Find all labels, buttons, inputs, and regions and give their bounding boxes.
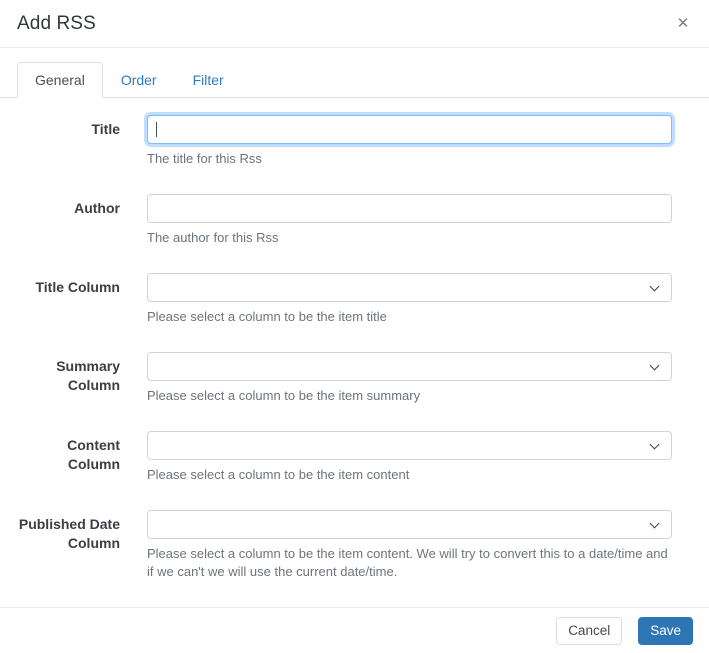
author-label: Author	[74, 200, 120, 216]
content-column-label: Content Column	[67, 437, 120, 472]
chevron-down-icon	[649, 518, 660, 529]
title-help-text: The title for this Rss	[147, 151, 262, 166]
close-icon[interactable]: ✕	[671, 12, 695, 36]
title-column-label: Title Column	[35, 279, 120, 295]
form-row-content-column: Content Column Please select a column to…	[0, 431, 709, 484]
form-row-published-date-column: Published Date Column Please select a co…	[0, 510, 709, 581]
tab-bar: General Order Filter	[0, 62, 709, 98]
form-row-title-column: Title Column Please select a column to b…	[0, 273, 709, 326]
tab-order[interactable]: Order	[103, 62, 175, 98]
form-row-summary-column: Summary Column Please select a column to…	[0, 352, 709, 405]
modal-header: Add RSS ✕	[0, 0, 709, 48]
modal-footer: Cancel Save	[0, 607, 709, 653]
author-help-text: The author for this Rss	[147, 230, 279, 245]
title-label: Title	[91, 121, 120, 137]
cancel-button[interactable]: Cancel	[556, 616, 623, 645]
chevron-down-icon	[649, 281, 660, 292]
published-date-column-label: Published Date Column	[18, 516, 120, 551]
general-form: Title The title for this Rss Author The …	[0, 115, 709, 581]
published-date-column-select[interactable]	[147, 510, 672, 539]
summary-column-label: Summary Column	[56, 358, 120, 393]
text-caret	[156, 122, 157, 137]
title-column-help-text: Please select a column to be the item ti…	[147, 309, 387, 324]
form-row-title: Title The title for this Rss	[0, 115, 709, 168]
title-input[interactable]	[147, 115, 672, 144]
content-column-help-text: Please select a column to be the item co…	[147, 467, 410, 482]
content-column-select[interactable]	[147, 431, 672, 460]
summary-column-select[interactable]	[147, 352, 672, 381]
author-input[interactable]	[147, 194, 672, 223]
form-row-author: Author The author for this Rss	[0, 194, 709, 247]
modal-body: General Order Filter Title The title for…	[0, 48, 709, 607]
published-date-column-help-text: Please select a column to be the item co…	[147, 546, 668, 579]
chevron-down-icon	[649, 439, 660, 450]
page-title: Add RSS	[17, 13, 96, 34]
tab-filter[interactable]: Filter	[175, 62, 242, 98]
chevron-down-icon	[649, 360, 660, 371]
tab-general[interactable]: General	[17, 62, 103, 98]
summary-column-help-text: Please select a column to be the item su…	[147, 388, 421, 403]
save-button[interactable]: Save	[638, 616, 693, 645]
add-rss-modal: Add RSS ✕ General Order Filter Title The…	[0, 0, 709, 653]
title-column-select[interactable]	[147, 273, 672, 302]
